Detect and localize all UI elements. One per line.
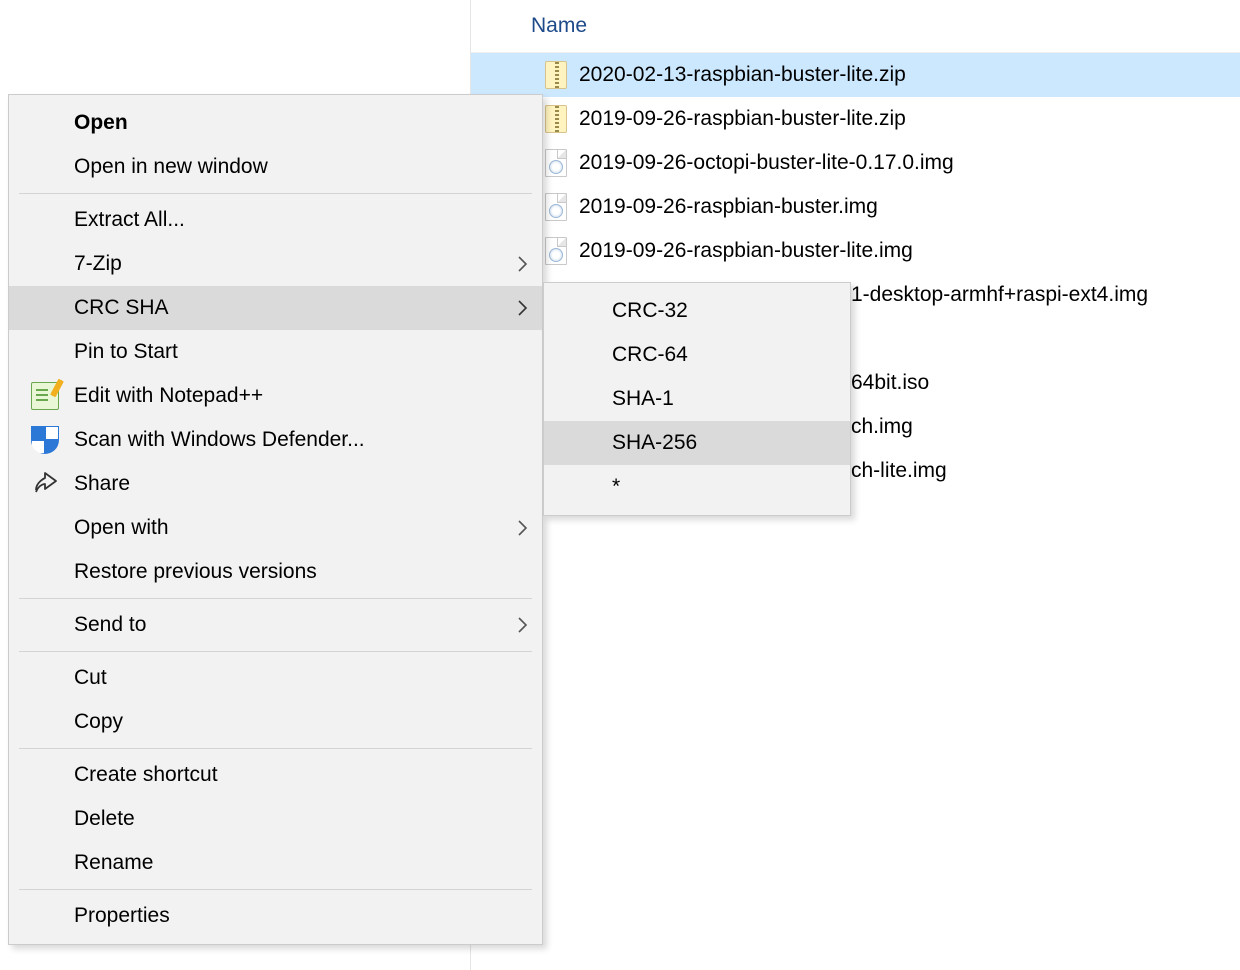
file-name-label: 2019-09-26-octopi-buster-lite-0.17.0.img (545, 151, 954, 175)
file-row[interactable]: 2019-09-26-raspbian-buster-lite.img (471, 229, 1240, 273)
menu-label: * (612, 475, 620, 499)
context-menu: Open Open in new window Extract All... 7… (8, 94, 543, 945)
zip-icon (545, 105, 567, 133)
menu-edit-notepadpp[interactable]: Edit with Notepad++ (9, 374, 542, 418)
menu-separator (19, 598, 532, 599)
menu-label: CRC SHA (74, 296, 169, 320)
disc-image-icon (545, 149, 567, 177)
menu-cut[interactable]: Cut (9, 656, 542, 700)
menu-label: Create shortcut (74, 763, 218, 787)
menu-label: Copy (74, 710, 123, 734)
menu-separator (19, 889, 532, 890)
menu-label: Rename (74, 851, 153, 875)
disc-image-icon (545, 193, 567, 221)
crc-sha-submenu: CRC-32 CRC-64 SHA-1 SHA-256 * (543, 282, 851, 516)
menu-pin-to-start[interactable]: Pin to Start (9, 330, 542, 374)
submenu-star[interactable]: * (544, 465, 850, 509)
share-icon (31, 470, 59, 498)
menu-label: Edit with Notepad++ (74, 384, 263, 408)
menu-label: Open with (74, 516, 169, 540)
file-name-label: 1-desktop-armhf+raspi-ext4.img (851, 283, 1148, 307)
menu-label: Open (74, 111, 128, 135)
chevron-right-icon (518, 617, 528, 633)
submenu-sha1[interactable]: SHA-1 (544, 377, 850, 421)
menu-label: Open in new window (74, 155, 268, 179)
submenu-crc64[interactable]: CRC-64 (544, 333, 850, 377)
menu-open-new-window[interactable]: Open in new window (9, 145, 542, 189)
menu-label: 7-Zip (74, 252, 122, 276)
menu-separator (19, 748, 532, 749)
menu-7zip[interactable]: 7-Zip (9, 242, 542, 286)
menu-rename[interactable]: Rename (9, 841, 542, 885)
menu-label: SHA-1 (612, 387, 674, 411)
menu-restore-previous-versions[interactable]: Restore previous versions (9, 550, 542, 594)
zip-icon (545, 61, 567, 89)
chevron-right-icon (518, 256, 528, 272)
defender-shield-icon (31, 426, 59, 454)
menu-properties[interactable]: Properties (9, 894, 542, 938)
menu-extract-all[interactable]: Extract All... (9, 198, 542, 242)
file-name-label: 2019-09-26-raspbian-buster-lite.img (545, 239, 913, 263)
file-row[interactable]: 2019-09-26-octopi-buster-lite-0.17.0.img (471, 141, 1240, 185)
file-name-label: 2020-02-13-raspbian-buster-lite.zip (545, 63, 906, 87)
menu-label: Share (74, 472, 130, 496)
menu-label: Send to (74, 613, 146, 637)
menu-label: CRC-32 (612, 299, 688, 323)
notepadpp-icon (31, 382, 59, 410)
menu-copy[interactable]: Copy (9, 700, 542, 744)
menu-label: SHA-256 (612, 431, 697, 455)
menu-share[interactable]: Share (9, 462, 542, 506)
disc-image-icon (545, 237, 567, 265)
chevron-right-icon (518, 520, 528, 536)
menu-label: CRC-64 (612, 343, 688, 367)
column-header-name[interactable]: Name (471, 0, 1240, 53)
menu-send-to[interactable]: Send to (9, 603, 542, 647)
menu-label: Pin to Start (74, 340, 178, 364)
menu-crc-sha[interactable]: CRC SHA (9, 286, 542, 330)
menu-open[interactable]: Open (9, 101, 542, 145)
file-row[interactable]: 2020-02-13-raspbian-buster-lite.zip (471, 53, 1240, 97)
menu-create-shortcut[interactable]: Create shortcut (9, 753, 542, 797)
file-name-label: 2019-09-26-raspbian-buster-lite.zip (545, 107, 906, 131)
submenu-crc32[interactable]: CRC-32 (544, 289, 850, 333)
menu-label: Extract All... (74, 208, 185, 232)
file-name-label: ch-lite.img (851, 459, 947, 483)
menu-separator (19, 651, 532, 652)
menu-separator (19, 193, 532, 194)
menu-label: Scan with Windows Defender... (74, 428, 365, 452)
menu-label: Cut (74, 666, 107, 690)
menu-label: Properties (74, 904, 170, 928)
chevron-right-icon (518, 300, 528, 316)
menu-scan-defender[interactable]: Scan with Windows Defender... (9, 418, 542, 462)
file-name-label: ch.img (851, 415, 913, 439)
menu-open-with[interactable]: Open with (9, 506, 542, 550)
file-row[interactable]: 2019-09-26-raspbian-buster-lite.zip (471, 97, 1240, 141)
file-row[interactable]: 2019-09-26-raspbian-buster.img (471, 185, 1240, 229)
menu-label: Restore previous versions (74, 560, 317, 584)
file-name-label: 64bit.iso (851, 371, 929, 395)
menu-label: Delete (74, 807, 135, 831)
submenu-sha256[interactable]: SHA-256 (544, 421, 850, 465)
menu-delete[interactable]: Delete (9, 797, 542, 841)
file-name-label: 2019-09-26-raspbian-buster.img (545, 195, 878, 219)
